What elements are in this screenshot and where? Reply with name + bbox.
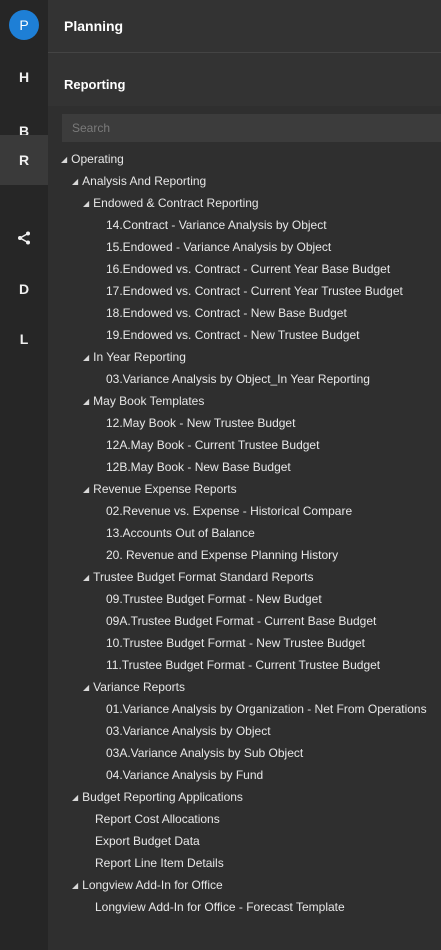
report-item[interactable]: 03.Variance Analysis by Object_In Year R… <box>48 368 441 390</box>
nav-item-d[interactable]: D <box>0 264 48 314</box>
report-item[interactable]: 16.Endowed vs. Contract - Current Year B… <box>48 258 441 280</box>
report-item[interactable]: 11.Trustee Budget Format - Current Trust… <box>48 654 441 676</box>
expand-triangle-icon[interactable]: ◢ <box>72 171 78 193</box>
left-nav-rail: P H B R D L <box>0 0 48 950</box>
report-item[interactable]: 02.Revenue vs. Expense - Historical Comp… <box>48 500 441 522</box>
tree-node-inyear[interactable]: ◢ In Year Reporting <box>48 346 441 368</box>
tree-node-longview[interactable]: ◢ Longview Add-In for Office <box>48 874 441 896</box>
nav-item-share[interactable] <box>0 212 48 262</box>
report-item[interactable]: 15.Endowed - Variance Analysis by Object <box>48 236 441 258</box>
expand-triangle-icon[interactable]: ◢ <box>83 677 89 699</box>
nav-item-h[interactable]: H <box>0 52 48 102</box>
panel-title: Reporting <box>64 77 126 92</box>
tree-node-maybook[interactable]: ◢ May Book Templates <box>48 390 441 412</box>
tree-node-endowed[interactable]: ◢ Endowed & Contract Reporting <box>48 192 441 214</box>
expand-triangle-icon[interactable]: ◢ <box>83 193 89 215</box>
tree-node-budgetapps[interactable]: ◢ Budget Reporting Applications <box>48 786 441 808</box>
expand-triangle-icon[interactable]: ◢ <box>83 567 89 589</box>
report-item[interactable]: 01.Variance Analysis by Organization - N… <box>48 698 441 720</box>
report-item[interactable]: 10.Trustee Budget Format - New Trustee B… <box>48 632 441 654</box>
avatar[interactable]: P <box>9 10 39 40</box>
expand-triangle-icon[interactable]: ◢ <box>83 347 89 369</box>
nav-item-r[interactable]: R <box>0 135 48 185</box>
report-item[interactable]: 09.Trustee Budget Format - New Budget <box>48 588 441 610</box>
report-item[interactable]: Report Line Item Details <box>48 852 441 874</box>
expand-triangle-icon[interactable]: ◢ <box>61 149 67 171</box>
tree-node-operating[interactable]: ◢ Operating <box>48 148 441 170</box>
tree-node-analysis[interactable]: ◢ Analysis And Reporting <box>48 170 441 192</box>
nav-item-r-label: R <box>18 152 30 168</box>
report-item[interactable]: 03A.Variance Analysis by Sub Object <box>48 742 441 764</box>
search-input[interactable] <box>62 114 441 142</box>
report-item[interactable]: Longview Add-In for Office - Forecast Te… <box>48 896 441 918</box>
report-item[interactable]: 18.Endowed vs. Contract - New Base Budge… <box>48 302 441 324</box>
report-item[interactable]: 19.Endowed vs. Contract - New Trustee Bu… <box>48 324 441 346</box>
report-item[interactable]: 03.Variance Analysis by Object <box>48 720 441 742</box>
report-item[interactable]: 12A.May Book - Current Trustee Budget <box>48 434 441 456</box>
report-item[interactable]: 12.May Book - New Trustee Budget <box>48 412 441 434</box>
app-header: Planning <box>48 0 441 53</box>
expand-triangle-icon[interactable]: ◢ <box>72 875 78 897</box>
report-tree: ◢ Operating ◢ Analysis And Reporting ◢ Endo… <box>48 148 441 918</box>
report-item[interactable]: 20. Revenue and Expense Planning History <box>48 544 441 566</box>
report-item[interactable]: 09A.Trustee Budget Format - Current Base… <box>48 610 441 632</box>
report-item[interactable]: 13.Accounts Out of Balance <box>48 522 441 544</box>
report-item[interactable]: Report Cost Allocations <box>48 808 441 830</box>
tree-node-trustee[interactable]: ◢ Trustee Budget Format Standard Reports <box>48 566 441 588</box>
tree-node-revenue[interactable]: ◢ Revenue Expense Reports <box>48 478 441 500</box>
report-item[interactable]: 14.Contract - Variance Analysis by Objec… <box>48 214 441 236</box>
share-icon <box>18 231 30 245</box>
app-title: Planning <box>64 18 124 34</box>
panel-header: Reporting <box>48 53 441 106</box>
expand-triangle-icon[interactable]: ◢ <box>83 479 89 501</box>
expand-triangle-icon[interactable]: ◢ <box>83 391 89 413</box>
report-item[interactable]: 17.Endowed vs. Contract - Current Year T… <box>48 280 441 302</box>
expand-triangle-icon[interactable]: ◢ <box>72 787 78 809</box>
report-item[interactable]: 12B.May Book - New Base Budget <box>48 456 441 478</box>
nav-item-l[interactable]: L <box>0 314 48 364</box>
report-item[interactable]: Export Budget Data <box>48 830 441 852</box>
report-item[interactable]: 04.Variance Analysis by Fund <box>48 764 441 786</box>
tree-node-variance[interactable]: ◢ Variance Reports <box>48 676 441 698</box>
